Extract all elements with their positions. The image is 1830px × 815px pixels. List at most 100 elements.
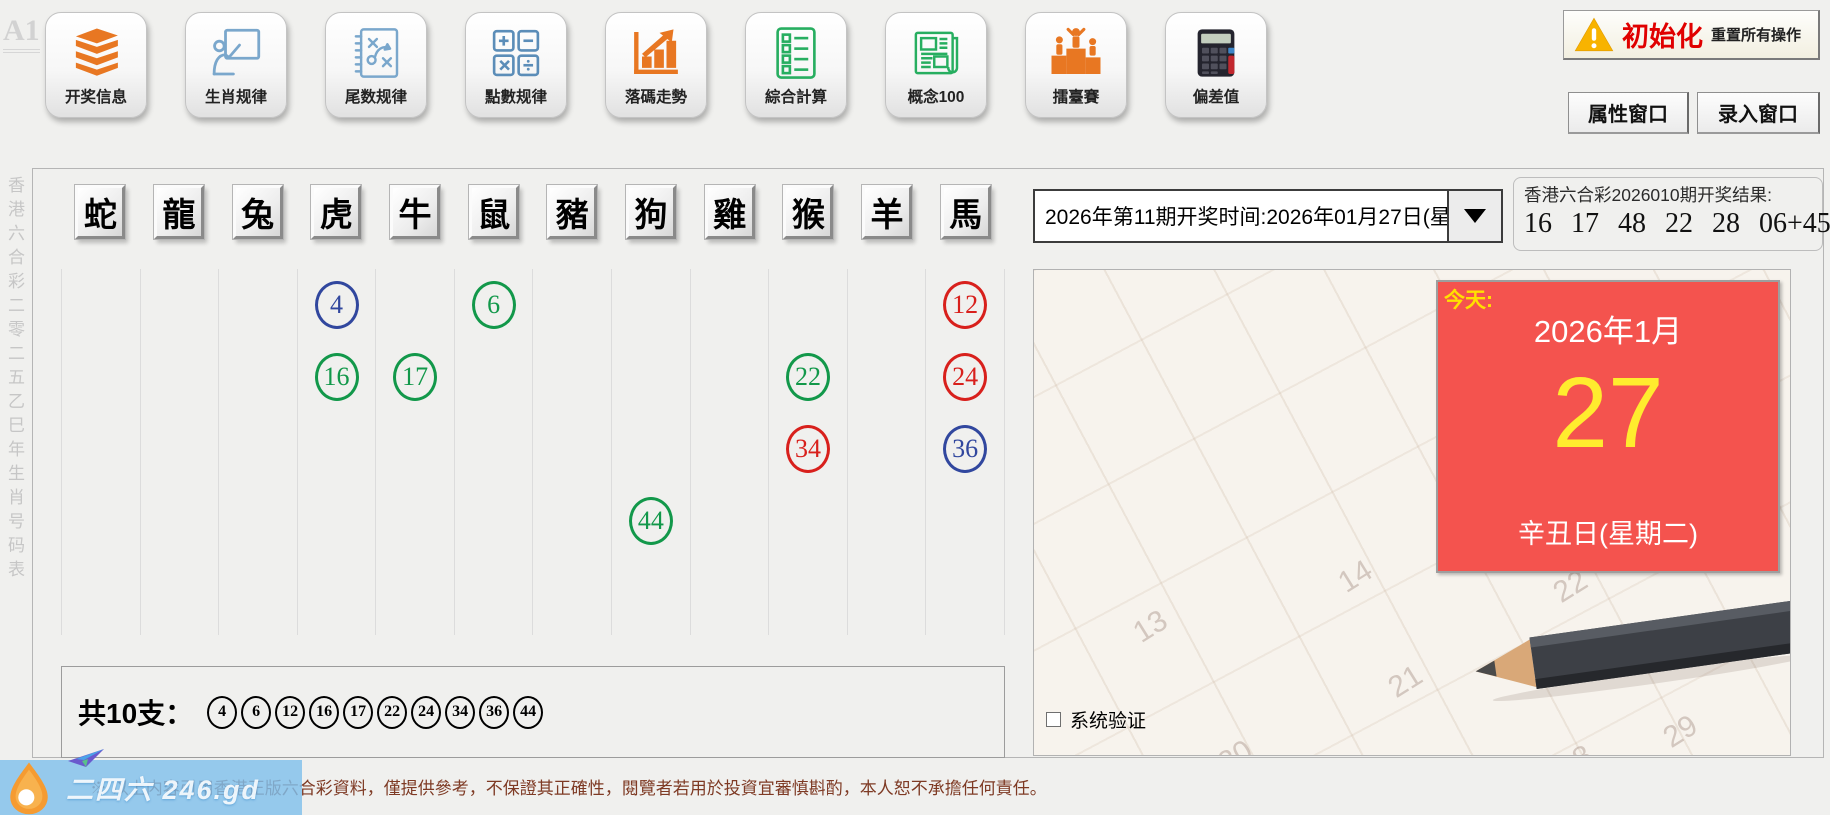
toolbar-button-4[interactable]: 點數规律 (465, 12, 567, 118)
presenter-icon (207, 24, 265, 82)
toolbar-button-5[interactable]: 落碼走勢 (605, 12, 707, 118)
dropdown-arrow-icon[interactable] (1447, 191, 1501, 241)
grid-cell (769, 485, 847, 557)
zodiac-button-兔[interactable]: 兔 (233, 185, 283, 239)
toolbar-button-label: 开奖信息 (65, 85, 127, 107)
toolbar-button-label: 偏差值 (1193, 85, 1240, 107)
calculator-icon (1187, 24, 1245, 82)
zodiac-cell: 牛 (376, 185, 455, 239)
toolbar-button-6[interactable]: 綜合計算 (745, 12, 847, 118)
summary-number-22: 22 (377, 696, 407, 729)
grid-cell (376, 269, 454, 341)
number-ball-17: 17 (393, 353, 437, 401)
zodiac-button-蛇[interactable]: 蛇 (75, 185, 125, 239)
zodiac-cell: 虎 (297, 185, 376, 239)
zodiac-button-龍[interactable]: 龍 (154, 185, 204, 239)
main-panel: 蛇龍兔虎牛鼠豬狗雞猴羊馬 416176442234122436 共10支： 46… (32, 168, 1824, 758)
grid-cell (376, 413, 454, 485)
day-detail-label: 辛丑日(星期二) (1438, 512, 1778, 551)
summary-numbers: 461216172224343644 (207, 696, 543, 729)
system-verify-label: 系统验证 (1070, 706, 1146, 733)
grid-cell (926, 485, 1004, 557)
toolbar-button-label: 擂臺賽 (1053, 85, 1100, 107)
grid-cell (612, 269, 690, 341)
grid-column-雞 (691, 269, 770, 635)
grid-cell: 6 (455, 269, 533, 341)
date-card: 今天: 2026年1月 27 辛丑日(星期二) (1436, 280, 1780, 573)
grid-column-猴: 2234 (769, 269, 848, 635)
entry-window-button[interactable]: 录入窗口 (1697, 92, 1820, 134)
zodiac-button-羊[interactable]: 羊 (862, 185, 912, 239)
math-operations-icon (487, 24, 545, 82)
zodiac-cell: 鼠 (454, 185, 533, 239)
grid-cell (533, 413, 611, 485)
grid-cell (533, 341, 611, 413)
grid-cell (848, 413, 926, 485)
latest-result-title: 香港六合彩2026010期开奖结果: (1524, 182, 1812, 207)
zodiac-number-grid: 416176442234122436 (61, 269, 1005, 635)
grid-column-馬: 12 24 36 (926, 269, 1005, 635)
system-verify-row[interactable]: 系统验证 (1046, 706, 1146, 733)
zodiac-cell: 雞 (690, 185, 769, 239)
period-dropdown[interactable]: 2026年第11期开奖时间:2026年01月27日(星期二) (1033, 189, 1503, 243)
toolbar-button-9[interactable]: 偏差值 (1165, 12, 1267, 118)
side-vertical-title: 香港六合彩二零二五乙巳年生肖号码表 (2, 176, 27, 584)
zodiac-button-雞[interactable]: 雞 (705, 185, 755, 239)
latest-result-box: 香港六合彩2026010期开奖结果: 16 17 48 22 28 06+45 (1513, 177, 1823, 251)
calendar-panel: 13142021222829 今天: 2026年1月 27 辛丑日(星期二) 系… (1033, 269, 1791, 756)
number-ball-12: 12 (943, 281, 987, 329)
calendar-faint-number: 14 (1333, 554, 1379, 601)
toolbar-button-label: 落碼走勢 (625, 85, 687, 107)
toolbar-button-label: 概念100 (908, 85, 965, 107)
zodiac-cell: 羊 (848, 185, 927, 239)
toolbar-button-label: 生肖规律 (205, 85, 267, 107)
toolbar-button-1[interactable]: 开奖信息 (45, 12, 147, 118)
summary-number-12: 12 (275, 696, 305, 729)
summary-number-6: 6 (241, 696, 271, 729)
grid-cell (219, 269, 297, 341)
grid-cell: 17 (376, 341, 454, 413)
zodiac-cell: 豬 (533, 185, 612, 239)
toolbar-button-2[interactable]: 生肖规律 (185, 12, 287, 118)
summary-number-34: 34 (445, 696, 475, 729)
zodiac-button-鼠[interactable]: 鼠 (469, 185, 519, 239)
toolbar-button-3[interactable]: 尾数规律 (325, 12, 427, 118)
zodiac-button-狗[interactable]: 狗 (626, 185, 676, 239)
summary-box: 共10支： 461216172224343644 (61, 666, 1005, 758)
grid-cell: 34 (769, 413, 847, 485)
system-verify-checkbox[interactable] (1046, 712, 1061, 727)
grid-cell (298, 413, 376, 485)
calendar-faint-number: 21 (1383, 659, 1429, 706)
initialize-button[interactable]: 初始化 重置所有操作 (1563, 10, 1820, 60)
number-ball-16: 16 (315, 353, 359, 401)
number-ball-44: 44 (629, 497, 673, 545)
zodiac-button-牛[interactable]: 牛 (390, 185, 440, 239)
disclaimer-text: ※ 以上内容引用香港正版六合彩資料，僅提供參考，不保證其正確性，閱覽者若用於投資… (0, 758, 1830, 815)
grid-cell: 22 (769, 341, 847, 413)
zodiac-button-猴[interactable]: 猴 (783, 185, 833, 239)
toolbar-button-7[interactable]: 概念100 (885, 12, 987, 118)
initialize-subtitle: 重置所有操作 (1711, 24, 1801, 45)
property-window-button[interactable]: 属性窗口 (1568, 92, 1689, 134)
latest-result-numbers: 16 17 48 22 28 06+45 (1524, 208, 1812, 240)
zodiac-button-豬[interactable]: 豬 (547, 185, 597, 239)
grid-cell (62, 269, 140, 341)
toolbar-button-8[interactable]: 擂臺賽 (1025, 12, 1127, 118)
strategy-notebook-icon (347, 24, 405, 82)
grid-column-蛇 (61, 269, 141, 635)
calendar-faint-number: 20 (1213, 734, 1259, 756)
toolbar-button-label: 尾数规律 (345, 85, 407, 107)
number-ball-24: 24 (943, 353, 987, 401)
grid-cell: 4 (298, 269, 376, 341)
number-ball-36: 36 (943, 425, 987, 473)
zodiac-button-馬[interactable]: 馬 (941, 185, 991, 239)
grid-cell (141, 269, 219, 341)
grid-cell (691, 269, 769, 341)
grid-cell (455, 413, 533, 485)
initialize-label: 初始化 (1622, 15, 1703, 54)
number-ball-34: 34 (786, 425, 830, 473)
zodiac-button-虎[interactable]: 虎 (311, 185, 361, 239)
grid-cell (219, 341, 297, 413)
summary-number-16: 16 (309, 696, 339, 729)
zodiac-cell: 狗 (612, 185, 691, 239)
